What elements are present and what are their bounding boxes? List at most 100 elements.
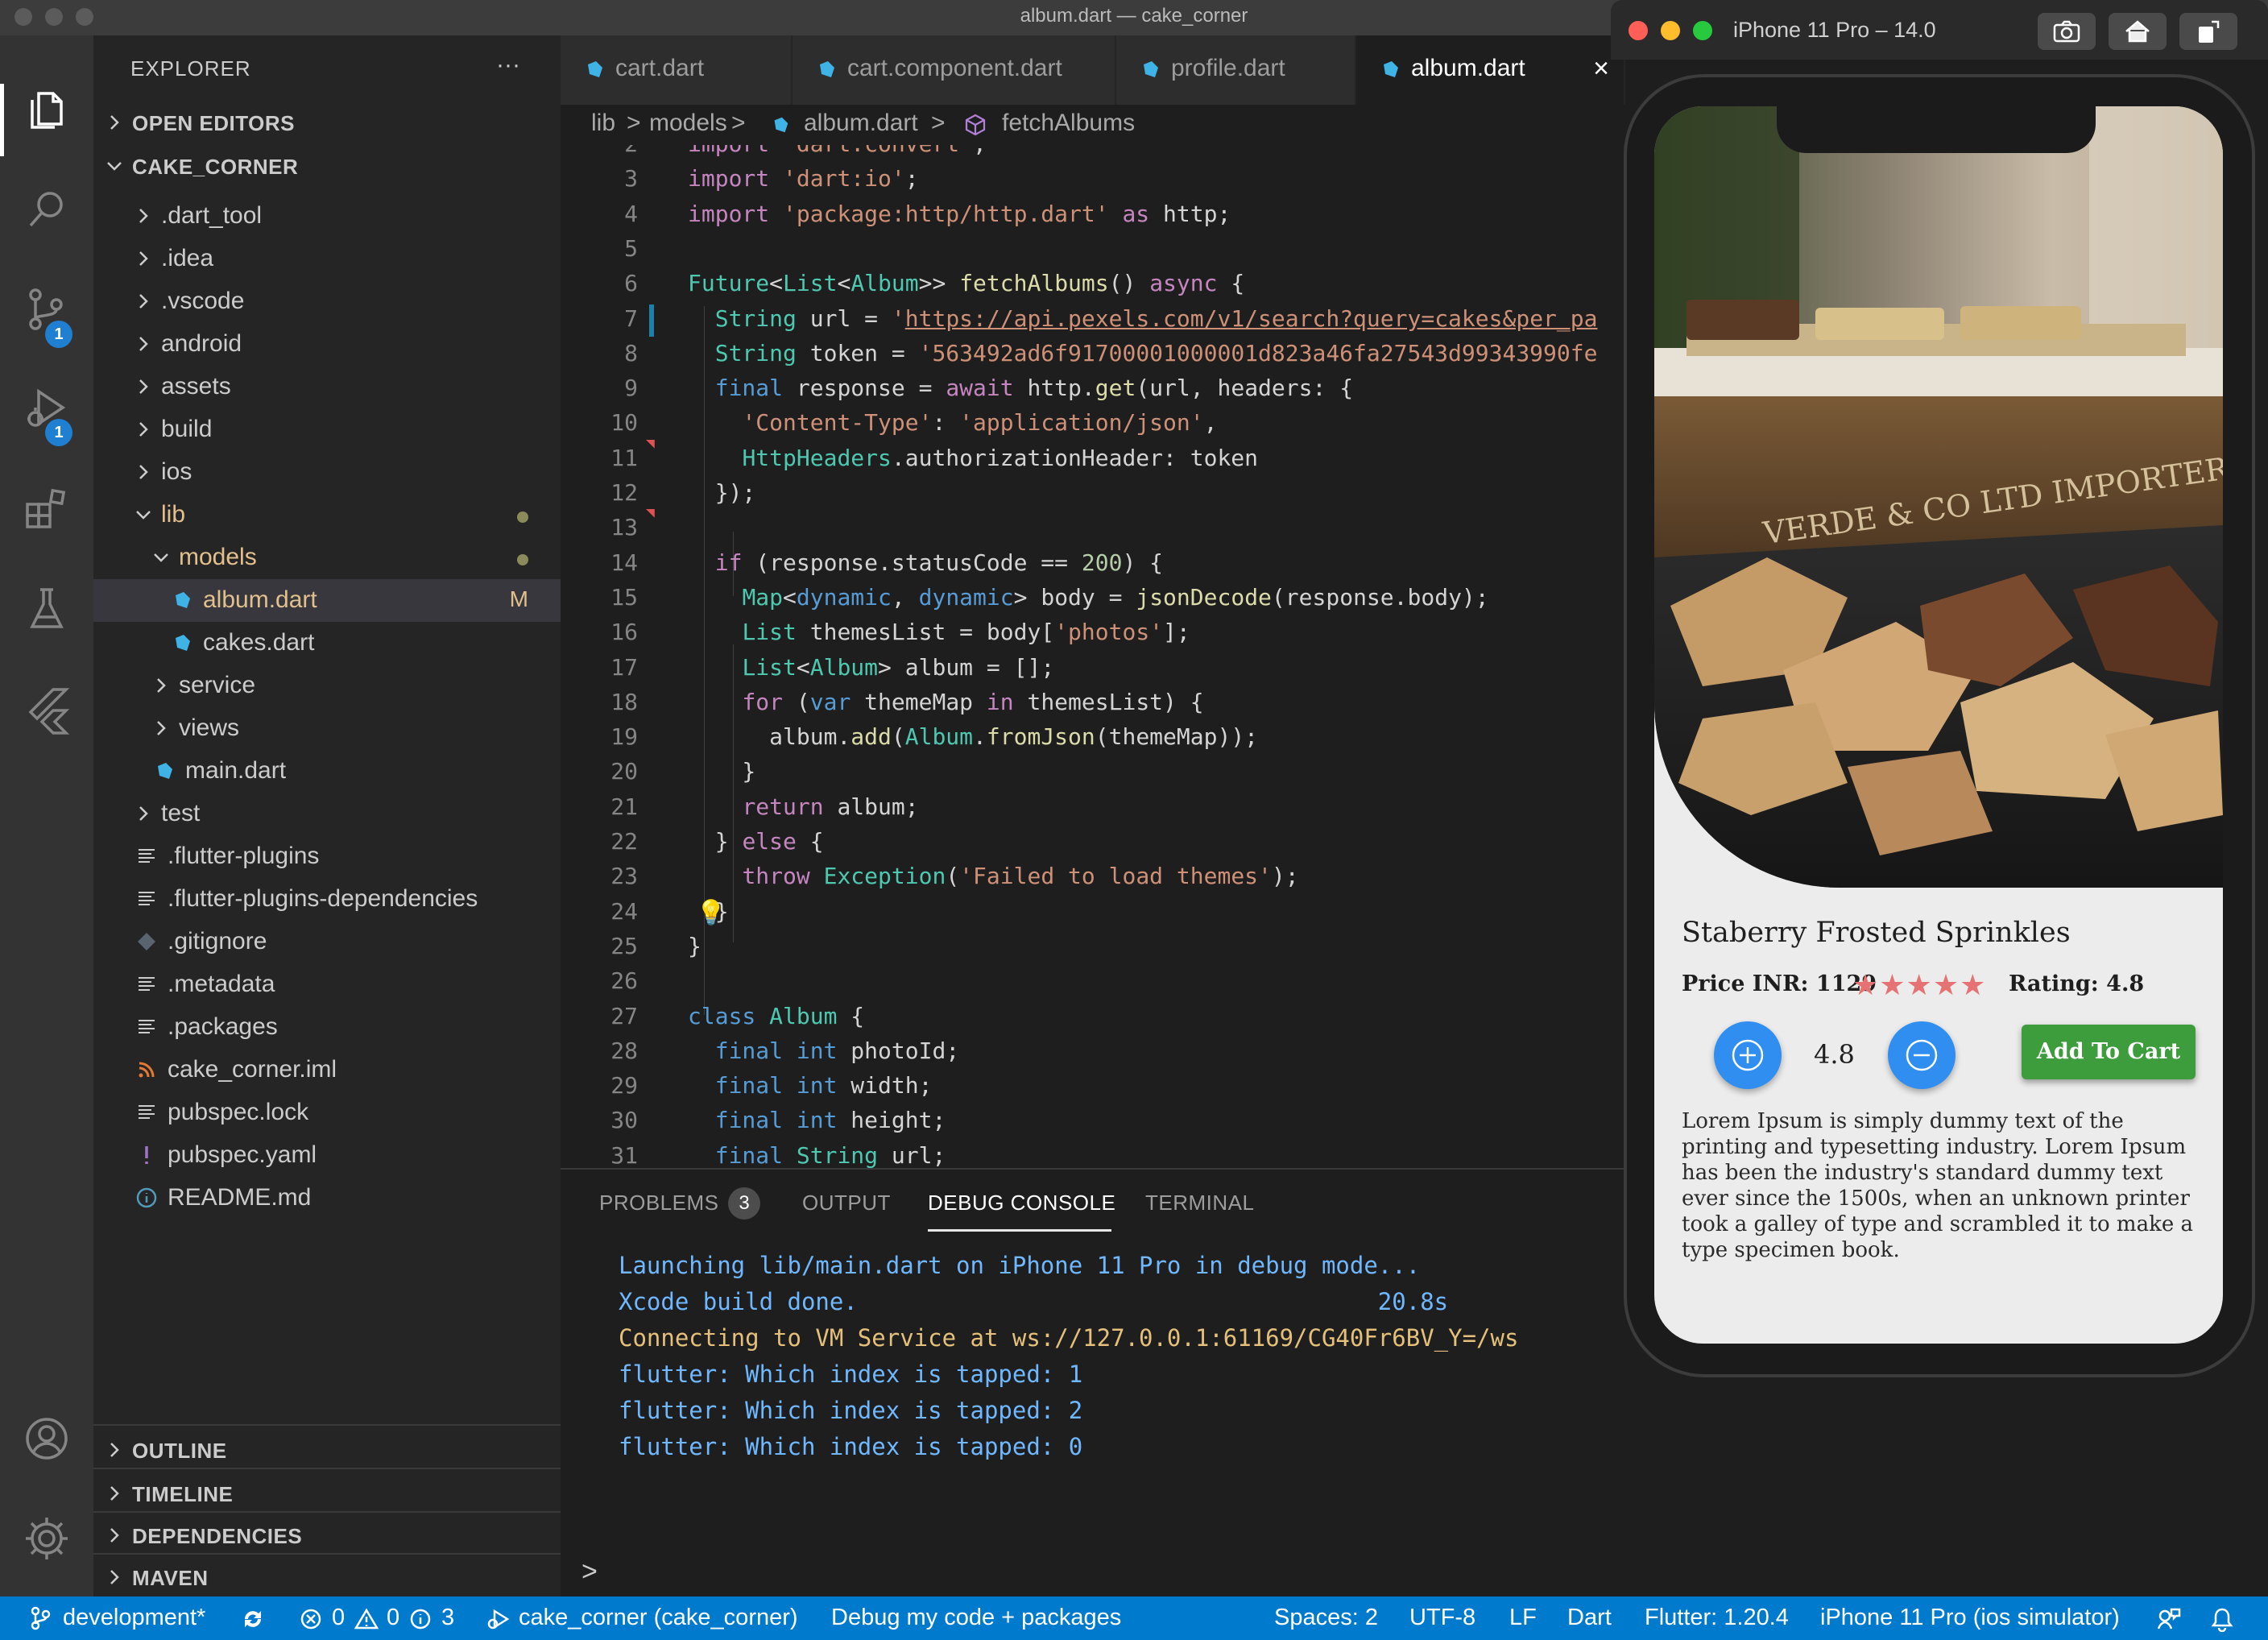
console-prompt[interactable]: >	[581, 1556, 598, 1588]
code-line[interactable]: 7 String url = 'https://api.pexels.com/v…	[561, 302, 1624, 337]
sync-icon[interactable]	[240, 1606, 266, 1632]
code-line[interactable]: 5	[561, 232, 1624, 267]
code-line[interactable]: 21 return album;	[561, 790, 1624, 825]
code-line[interactable]: 26	[561, 964, 1624, 999]
breadcrumb-models[interactable]: models	[649, 110, 727, 137]
language-mode[interactable]: Dart	[1567, 1605, 1612, 1631]
tree-item-gitignore[interactable]: .gitignore	[93, 921, 561, 963]
tree-item-models[interactable]: models	[93, 536, 561, 579]
code-line[interactable]: 25}	[561, 930, 1624, 964]
tab-profile-dart[interactable]: profile.dart	[1116, 35, 1356, 105]
tree-item-cakes-dart[interactable]: cakes.dart	[93, 622, 561, 665]
tree-item-assets[interactable]: assets	[93, 366, 561, 408]
code-line[interactable]: 19 album.add(Album.fromJson(themeMap));	[561, 720, 1624, 755]
code-line[interactable]: 31 final String url;	[561, 1139, 1624, 1168]
testing-flask-icon[interactable]	[21, 583, 72, 635]
code-line[interactable]: 12 });	[561, 476, 1624, 511]
open-editors-section[interactable]: OPEN EDITORS	[93, 101, 561, 143]
breadcrumb-album-dart[interactable]: album.dart	[804, 110, 918, 137]
code-editor[interactable]: ◥ ◥ 💡 2import 'dart:convert';3import 'da…	[561, 145, 1624, 1168]
device-selector[interactable]: iPhone 11 Pro (ios simulator)	[1820, 1605, 2120, 1631]
tree-item-pubspec-yaml[interactable]: pubspec.yaml	[93, 1134, 561, 1177]
more-actions-icon[interactable]: ···	[496, 52, 520, 79]
tab-cart-dart[interactable]: cart.dart	[561, 35, 793, 105]
rotate-button[interactable]	[2179, 13, 2237, 50]
close-window-button[interactable]	[1629, 21, 1648, 40]
notifications-bell-icon[interactable]	[2210, 1606, 2234, 1632]
code-line[interactable]: 15 Map<dynamic, dynamic> body = jsonDeco…	[561, 581, 1624, 615]
outline-section[interactable]: OUTLINE	[93, 1429, 561, 1471]
tree-item-main-dart[interactable]: main.dart	[93, 750, 561, 793]
code-line[interactable]: 8 String token = '563492ad6f917000010000…	[561, 337, 1624, 371]
home-button[interactable]	[2109, 13, 2167, 50]
close-tab-icon[interactable]: ×	[1593, 53, 1609, 85]
dependencies-section[interactable]: DEPENDENCIES	[93, 1514, 561, 1556]
tree-item-flutter-plugins[interactable]: .flutter-plugins	[93, 835, 561, 878]
timeline-section[interactable]: TIMELINE	[93, 1472, 561, 1514]
screenshot-button[interactable]	[2038, 13, 2096, 50]
decrement-button[interactable]	[1888, 1021, 1956, 1089]
tree-item-lib[interactable]: lib	[93, 494, 561, 536]
code-line[interactable]: 10 'Content-Type': 'application/json',	[561, 406, 1624, 441]
tree-item-build[interactable]: build	[93, 408, 561, 451]
minimize-window-button[interactable]	[1661, 21, 1680, 40]
code-line[interactable]: 20 }	[561, 755, 1624, 789]
tree-item-vscode[interactable]: .vscode	[93, 280, 561, 323]
tree-item-cake-corner-iml[interactable]: cake_corner.iml	[93, 1049, 561, 1091]
tree-item-album-dart[interactable]: album.dart M	[93, 579, 561, 622]
info-count[interactable]: 3	[441, 1605, 454, 1631]
code-line[interactable]: 24 }	[561, 895, 1624, 930]
code-line[interactable]: 28 final int photoId;	[561, 1034, 1624, 1069]
debug-mode[interactable]: Debug my code + packages	[831, 1605, 1121, 1631]
tree-item-packages[interactable]: .packages	[93, 1006, 561, 1049]
indentation[interactable]: Spaces: 2	[1274, 1605, 1378, 1631]
code-line[interactable]: 2 import 'dart:convert';	[561, 145, 1624, 162]
code-line[interactable]: 17 List<Album> album = [];	[561, 651, 1624, 685]
code-line[interactable]: 6 Future<List<Album>> fetchAlbums() async…	[561, 267, 1624, 301]
add-to-cart-button[interactable]: Add To Cart	[2022, 1025, 2196, 1079]
tab-debug-console[interactable]: DEBUG CONSOLE	[928, 1191, 1115, 1216]
maven-section[interactable]: MAVEN	[93, 1556, 561, 1598]
branch-name[interactable]: development*	[63, 1605, 205, 1631]
tab-cart-component-dart[interactable]: cart.component.dart	[793, 35, 1116, 105]
increment-button[interactable]	[1714, 1021, 1782, 1089]
warning-count[interactable]: 0	[387, 1605, 399, 1631]
zoom-window-button[interactable]	[1693, 21, 1712, 40]
settings-gear-icon[interactable]	[21, 1513, 72, 1564]
tab-problems[interactable]: PROBLEMS	[599, 1191, 719, 1216]
tree-item-android[interactable]: android	[93, 323, 561, 366]
tree-item-dart-tool[interactable]: .dart_tool	[93, 195, 561, 238]
tree-item-test[interactable]: test	[93, 793, 561, 835]
breadcrumb-fetch-albums[interactable]: fetchAlbums	[1002, 110, 1135, 137]
tree-item-views[interactable]: views	[93, 707, 561, 750]
end-of-line[interactable]: LF	[1509, 1605, 1537, 1631]
code-line[interactable]: 27 class Album {	[561, 1000, 1624, 1034]
code-line[interactable]: 13	[561, 511, 1624, 545]
flutter-icon[interactable]	[21, 683, 72, 735]
breadcrumb-lib[interactable]: lib	[591, 110, 615, 137]
tree-item-service[interactable]: service	[93, 665, 561, 707]
code-line[interactable]: 4 import 'package:http/http.dart' as http…	[561, 197, 1624, 232]
code-line[interactable]: 3 import 'dart:io';	[561, 162, 1624, 197]
explorer-icon[interactable]	[21, 84, 72, 135]
project-section[interactable]: CAKE_CORNER	[93, 145, 561, 187]
accounts-icon[interactable]	[21, 1413, 72, 1464]
code-line[interactable]: 11 HttpHeaders.authorizationHeader: toke…	[561, 441, 1624, 476]
code-line[interactable]: 9 final response = await http.get(url, h…	[561, 371, 1624, 406]
tab-terminal[interactable]: TERMINAL	[1145, 1191, 1254, 1216]
search-icon[interactable]	[21, 184, 72, 235]
tree-item-readme-md[interactable]: README.md	[93, 1177, 561, 1220]
extensions-icon[interactable]	[21, 483, 72, 535]
code-line[interactable]: 23 throw Exception('Failed to load theme…	[561, 859, 1624, 894]
code-line[interactable]: 29 final int width;	[561, 1069, 1624, 1104]
error-count[interactable]: 0	[332, 1605, 345, 1631]
tree-item-metadata[interactable]: .metadata	[93, 963, 561, 1006]
tree-item-pubspec-lock[interactable]: pubspec.lock	[93, 1091, 561, 1134]
feedback-icon[interactable]	[2155, 1606, 2181, 1632]
tree-item-idea[interactable]: .idea	[93, 238, 561, 280]
launch-project[interactable]: cake_corner (cake_corner)	[519, 1605, 798, 1631]
code-line[interactable]: 14 if (response.statusCode == 200) {	[561, 546, 1624, 581]
encoding[interactable]: UTF-8	[1409, 1605, 1475, 1631]
tree-item-ios[interactable]: ios	[93, 451, 561, 494]
code-line[interactable]: 16 List themesList = body['photos'];	[561, 615, 1624, 650]
